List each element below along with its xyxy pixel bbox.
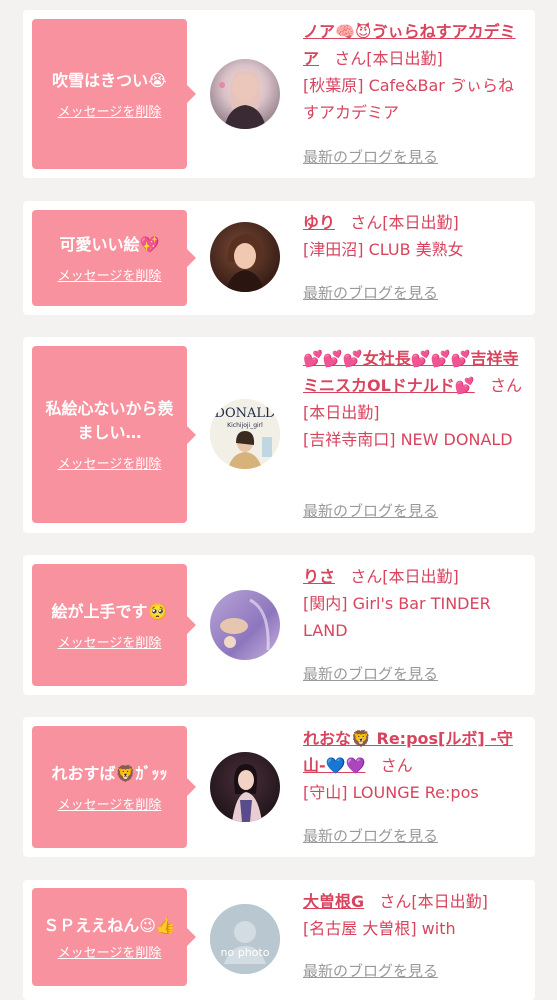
avatar[interactable]: no photo <box>210 904 280 974</box>
member-info: りさ さん[本日出勤] [関内] Girl's Bar TINDER LAND <box>303 563 528 644</box>
delete-message-link[interactable]: メッセージを削除 <box>58 942 162 961</box>
message-bubble: れおすば🦁ｶﾞｯｯ メッセージを削除 <box>32 726 196 848</box>
message-text: 絵が上手です🥺 <box>51 601 168 621</box>
member-name-link[interactable]: 💕💕💕女社長💕💕💕吉祥寺ミニスカOLドナルド💕 <box>303 349 519 395</box>
avatar-logo-subtext: Kichijoji_girl <box>227 422 263 429</box>
status-badge: [本日出勤] <box>411 892 488 911</box>
message-text: 吹雪はきつい😭 <box>52 70 167 90</box>
delete-message-link[interactable]: メッセージを削除 <box>58 632 162 651</box>
honorific: さん <box>379 892 412 911</box>
avatar-photo-icon <box>219 70 266 129</box>
member-info: 大曽根G さん[本日出勤] [名古屋 大曽根] with <box>303 888 528 942</box>
status-badge: [本日出勤] <box>303 403 380 422</box>
status-badge: [本日出勤] <box>382 213 459 232</box>
latest-blog-link[interactable]: 最新のブログを見る <box>303 960 438 981</box>
avatar[interactable]: DONALD Kichijoji_girl <box>210 399 280 469</box>
delete-message-link[interactable]: メッセージを削除 <box>58 794 162 813</box>
latest-blog-link[interactable]: 最新のブログを見る <box>303 282 438 303</box>
avatar-photo-icon <box>220 598 270 651</box>
list-item: ＳＰええねん😉👍 メッセージを削除 no photo 大曽根G さん[本日出勤]… <box>23 880 535 1000</box>
delete-message-link[interactable]: メッセージを削除 <box>58 265 162 284</box>
avatar-photo-icon <box>232 764 262 822</box>
list-item: 私絵心ないから羨ましい… メッセージを削除 DONALD Kichijoji_g… <box>23 337 535 533</box>
honorific: さん <box>380 756 413 775</box>
status-badge: [本日出勤] <box>382 567 459 586</box>
shop-name: [名古屋 大曽根] with <box>303 919 456 938</box>
delete-message-link[interactable]: メッセージを削除 <box>58 453 162 472</box>
list-item: 可愛いい絵💖 メッセージを削除 ゆり さん[本日出勤] [津田沼] CLUB 美… <box>23 201 535 315</box>
avatar[interactable] <box>210 752 280 822</box>
avatar-logo-text: DONALD <box>215 406 276 421</box>
latest-blog-link[interactable]: 最新のブログを見る <box>303 825 438 846</box>
member-info: ゆり さん[本日出勤] [津田沼] CLUB 美熟女 <box>303 209 528 263</box>
list-item: れおすば🦁ｶﾞｯｯ メッセージを削除 れおな🦁 Re:pos[ルボ] -守山-💙… <box>23 717 535 857</box>
message-text: ＳＰええねん😉👍 <box>43 915 176 935</box>
avatar[interactable] <box>210 59 280 129</box>
list-item: 吹雪はきつい😭 メッセージを削除 ノア🧠😈ゔぃらねすアカデミア さん[本日出勤]… <box>23 10 535 178</box>
latest-blog-link[interactable]: 最新のブログを見る <box>303 663 438 684</box>
latest-blog-link[interactable]: 最新のブログを見る <box>303 146 438 167</box>
donald-logo-icon: DONALD Kichijoji_girl <box>210 399 280 469</box>
honorific: さん <box>350 213 383 232</box>
member-info: 💕💕💕女社長💕💕💕吉祥寺ミニスカOLドナルド💕 さん [本日出勤] [吉祥寺南口]… <box>303 345 528 453</box>
latest-blog-link[interactable]: 最新のブログを見る <box>303 500 438 521</box>
member-name-link[interactable]: 大曽根G <box>303 892 364 911</box>
avatar-photo-icon <box>226 234 264 292</box>
member-name-link[interactable]: ゆり <box>303 213 335 232</box>
shop-name: [関内] Girl's Bar TINDER LAND <box>303 594 491 640</box>
shop-name: [秋葉原] Cafe&Bar ゔぃらねすアカデミア <box>303 76 514 122</box>
status-badge: [本日出勤] <box>366 49 443 68</box>
message-text: 私絵心ないから羨ましい… <box>45 399 174 442</box>
message-bubble: 絵が上手です🥺 メッセージを削除 <box>32 564 196 686</box>
message-bubble: 可愛いい絵💖 メッセージを削除 <box>32 210 196 306</box>
member-info: ノア🧠😈ゔぃらねすアカデミア さん[本日出勤] [秋葉原] Cafe&Bar ゔ… <box>303 18 528 126</box>
message-text: 可愛いい絵💖 <box>59 234 160 254</box>
list-item: 絵が上手です🥺 メッセージを削除 りさ さん[本日出勤] [関内] Girl's… <box>23 555 535 695</box>
avatar[interactable] <box>210 222 280 292</box>
delete-message-link[interactable]: メッセージを削除 <box>58 101 162 120</box>
shop-name: [津田沼] CLUB 美熟女 <box>303 240 464 259</box>
shop-name: [吉祥寺南口] NEW DONALD <box>303 430 513 449</box>
no-photo-icon: no photo <box>210 904 280 974</box>
member-name-link[interactable]: りさ <box>303 567 335 586</box>
message-bubble: ＳＰええねん😉👍 メッセージを削除 <box>32 888 196 986</box>
avatar[interactable] <box>210 590 280 660</box>
message-text: れおすば🦁ｶﾞｯｯ <box>51 763 168 783</box>
honorific: さん <box>490 376 523 395</box>
message-bubble: 私絵心ないから羨ましい… メッセージを削除 <box>32 346 196 523</box>
honorific: さん <box>334 49 367 68</box>
no-photo-text: no photo <box>221 946 270 959</box>
shop-name: [守山] LOUNGE Re:pos <box>303 783 479 802</box>
member-info: れおな🦁 Re:pos[ルボ] -守山-💙💜 さん [守山] LOUNGE Re… <box>303 725 528 806</box>
message-bubble: 吹雪はきつい😭 メッセージを削除 <box>32 19 196 169</box>
honorific: さん <box>350 567 383 586</box>
